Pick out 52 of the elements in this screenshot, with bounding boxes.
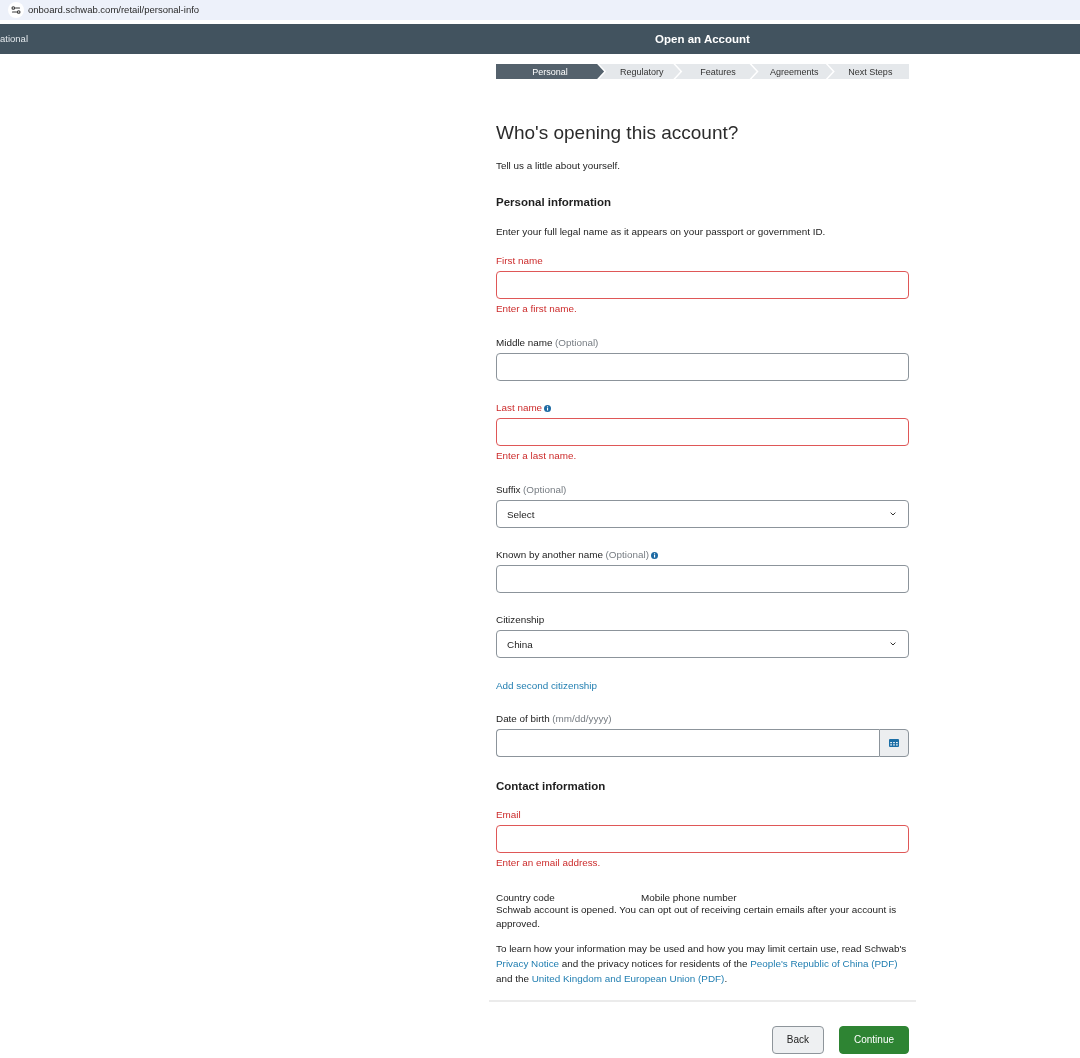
text-input[interactable] bbox=[496, 565, 909, 593]
text-input[interactable] bbox=[496, 353, 909, 381]
back-button[interactable]: Back bbox=[771, 1025, 824, 1054]
chevron-down-icon bbox=[890, 642, 896, 646]
page-title: Who's opening this account? bbox=[496, 121, 740, 145]
nav-link[interactable]: ational bbox=[0, 33, 28, 45]
text-input[interactable] bbox=[496, 825, 909, 853]
field-label: Date of birth bbox=[496, 712, 550, 726]
hint-text: (mm/dd/yyyy) bbox=[552, 712, 612, 726]
field-label: Mobile phone number bbox=[641, 892, 737, 903]
field-label: Suffix bbox=[496, 483, 521, 497]
text-link[interactable]: Privacy Notice bbox=[496, 957, 560, 969]
error-message: Enter an email address. bbox=[496, 856, 602, 870]
calendar-button[interactable] bbox=[879, 729, 909, 757]
select-dropdown[interactable]: Select bbox=[496, 500, 909, 528]
info-icon[interactable] bbox=[650, 551, 658, 559]
progress-step: Next Steps bbox=[827, 64, 909, 79]
error-message: Enter a last name. bbox=[496, 449, 578, 463]
field-label: Country code bbox=[496, 892, 555, 903]
address-bar-url[interactable]: onboard.schwab.com/retail/personal-info bbox=[28, 4, 200, 16]
field-label: Last name bbox=[496, 401, 543, 415]
progress-step: Agreements bbox=[751, 64, 833, 79]
hint-text: (Optional) bbox=[523, 483, 567, 497]
error-message: Enter a first name. bbox=[496, 302, 578, 316]
page-subtitle: Tell us a little about yourself. bbox=[496, 159, 622, 173]
select-dropdown[interactable]: China bbox=[496, 630, 909, 658]
info-icon[interactable] bbox=[544, 404, 552, 412]
field-label: Citizenship bbox=[496, 613, 545, 627]
text-input[interactable] bbox=[496, 271, 909, 299]
paragraph-text: Schwab account is opened. You can opt out of receiving certain emails after your account is approved. bbox=[496, 903, 898, 931]
field-label: Known by another name bbox=[496, 548, 604, 562]
field-label: Middle name bbox=[496, 336, 553, 350]
text-link[interactable]: People's Republic of China (PDF) bbox=[750, 957, 898, 969]
chevron-down-icon bbox=[890, 512, 896, 516]
progress-step: Regulatory bbox=[599, 64, 681, 79]
field-label: Email bbox=[496, 808, 521, 822]
text-input[interactable] bbox=[496, 418, 909, 446]
paragraph-text: To learn how your information may be used and how you may limit certain use, read Schwab's Privacy Notice and the privacy notices for residents of the People's Republic of China (PDF) and the United Kingdom and European Union (PDF). bbox=[496, 941, 908, 986]
header-title: Open an Account bbox=[655, 32, 750, 46]
paragraph-text: Enter your full legal name as it appears on your passport or government ID. bbox=[496, 225, 827, 239]
calendar-icon bbox=[889, 739, 899, 747]
section-heading: Contact information bbox=[496, 779, 607, 794]
progress-step: Personal bbox=[496, 64, 605, 79]
continue-button[interactable]: Continue bbox=[838, 1025, 909, 1054]
date-input[interactable] bbox=[496, 729, 879, 757]
site-settings-icon[interactable] bbox=[8, 2, 24, 18]
text-link[interactable]: Add second citizenship bbox=[496, 679, 597, 693]
field-label: First name bbox=[496, 254, 543, 268]
progress-step: Features bbox=[675, 64, 757, 79]
hint-text: (Optional) bbox=[555, 336, 599, 350]
section-heading: Personal information bbox=[496, 195, 613, 210]
hint-text: (Optional) bbox=[605, 548, 649, 562]
